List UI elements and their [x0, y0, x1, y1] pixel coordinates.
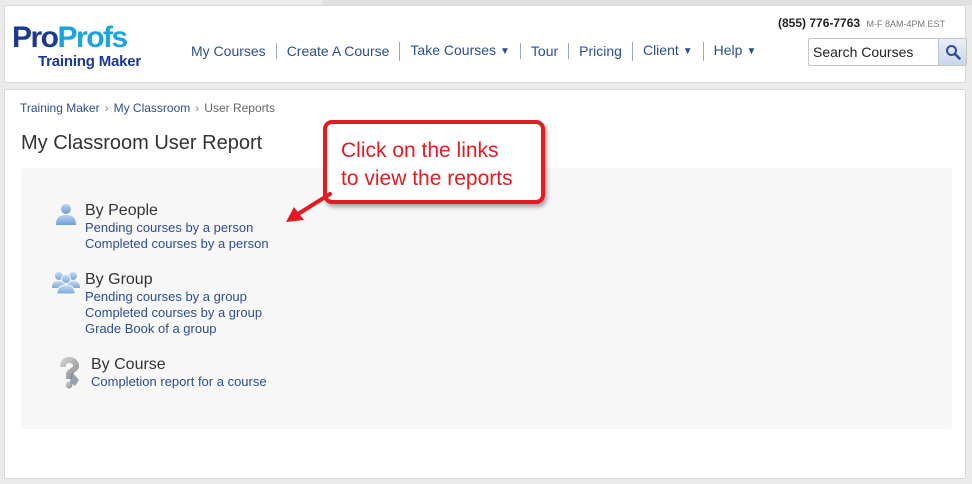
section-by-people: By People Pending courses by a person Co… — [85, 202, 269, 252]
callout-line-1: Click on the links — [341, 139, 499, 162]
chevron-down-icon: ▼ — [682, 45, 693, 57]
main-nav: My Courses Create A Course Take Courses ▼… — [184, 41, 767, 61]
breadcrumb-separator: › — [195, 101, 200, 115]
nav-label: My Courses — [191, 43, 266, 59]
callout-box: Click on the links to view the reports — [323, 120, 545, 204]
nav-pricing[interactable]: Pricing — [568, 43, 632, 59]
section-title: By Course — [91, 356, 166, 373]
section-title: By Group — [85, 271, 153, 288]
link-completed-by-group[interactable]: Completed courses by a group — [85, 305, 262, 321]
nav-client[interactable]: Client ▼ — [631, 41, 703, 61]
phone-number: (855) 776-7763 — [778, 16, 861, 30]
search-button[interactable] — [938, 39, 966, 65]
nav-create-course[interactable]: Create A Course — [275, 43, 400, 59]
breadcrumb-my-classroom[interactable]: My Classroom — [114, 101, 191, 115]
page-title: My Classroom User Report — [21, 132, 263, 154]
callout-text: Click on the links to view the reports — [341, 137, 513, 193]
nav-help[interactable]: Help ▼ — [702, 41, 767, 61]
logo-profs-text: Profs — [57, 21, 129, 54]
search-input[interactable] — [809, 39, 939, 65]
nav-label: Help — [713, 41, 743, 58]
breadcrumb: Training Maker › My Classroom › User Reports — [20, 101, 275, 115]
nav-label: Pricing — [579, 43, 622, 59]
callout-line-2: to view the reports — [341, 167, 513, 190]
header: ProProfs Training Maker (855) 776-7763 M… — [4, 5, 967, 83]
nav-label: Client — [642, 41, 679, 58]
reports-panel: By People Pending courses by a person Co… — [21, 168, 952, 429]
callout-arrow-icon — [286, 192, 332, 222]
nav-label: Tour — [530, 43, 559, 59]
logo-pro-text: Pro — [12, 21, 59, 54]
question-icon — [60, 357, 79, 389]
group-icon — [52, 272, 80, 294]
link-pending-by-person[interactable]: Pending courses by a person — [85, 220, 269, 236]
nav-take-courses[interactable]: Take Courses ▼ — [399, 41, 520, 61]
phone-hours: M-F 8AM-4PM EST — [866, 19, 946, 29]
search-box — [808, 38, 967, 66]
nav-my-courses[interactable]: My Courses — [184, 43, 276, 59]
proprofs-logo[interactable]: ProProfs Training Maker — [12, 23, 162, 71]
link-completed-by-person[interactable]: Completed courses by a person — [85, 236, 269, 252]
breadcrumb-separator: › — [104, 101, 109, 115]
section-title: By People — [85, 202, 158, 219]
link-grade-book-group[interactable]: Grade Book of a group — [85, 321, 262, 337]
chevron-down-icon: ▼ — [500, 45, 510, 57]
breadcrumb-training-maker[interactable]: Training Maker — [20, 101, 100, 115]
search-icon — [945, 45, 961, 60]
phone-info: (855) 776-7763 M-F 8AM-4PM EST — [778, 14, 945, 32]
nav-label: Take Courses — [410, 41, 497, 58]
nav-tour[interactable]: Tour — [519, 43, 568, 59]
nav-label: Create A Course — [286, 43, 390, 59]
section-by-course: By Course Completion report for a course — [91, 356, 267, 390]
chevron-down-icon: ▼ — [746, 45, 757, 57]
breadcrumb-current: User Reports — [204, 101, 275, 115]
section-by-group: By Group Pending courses by a group Comp… — [85, 271, 262, 337]
logo-wordmark: ProProfs — [12, 21, 129, 54]
logo-subtitle: Training Maker — [38, 53, 142, 70]
link-completion-report-course[interactable]: Completion report for a course — [91, 374, 267, 390]
person-icon — [56, 204, 76, 225]
link-pending-by-group[interactable]: Pending courses by a group — [85, 289, 262, 305]
